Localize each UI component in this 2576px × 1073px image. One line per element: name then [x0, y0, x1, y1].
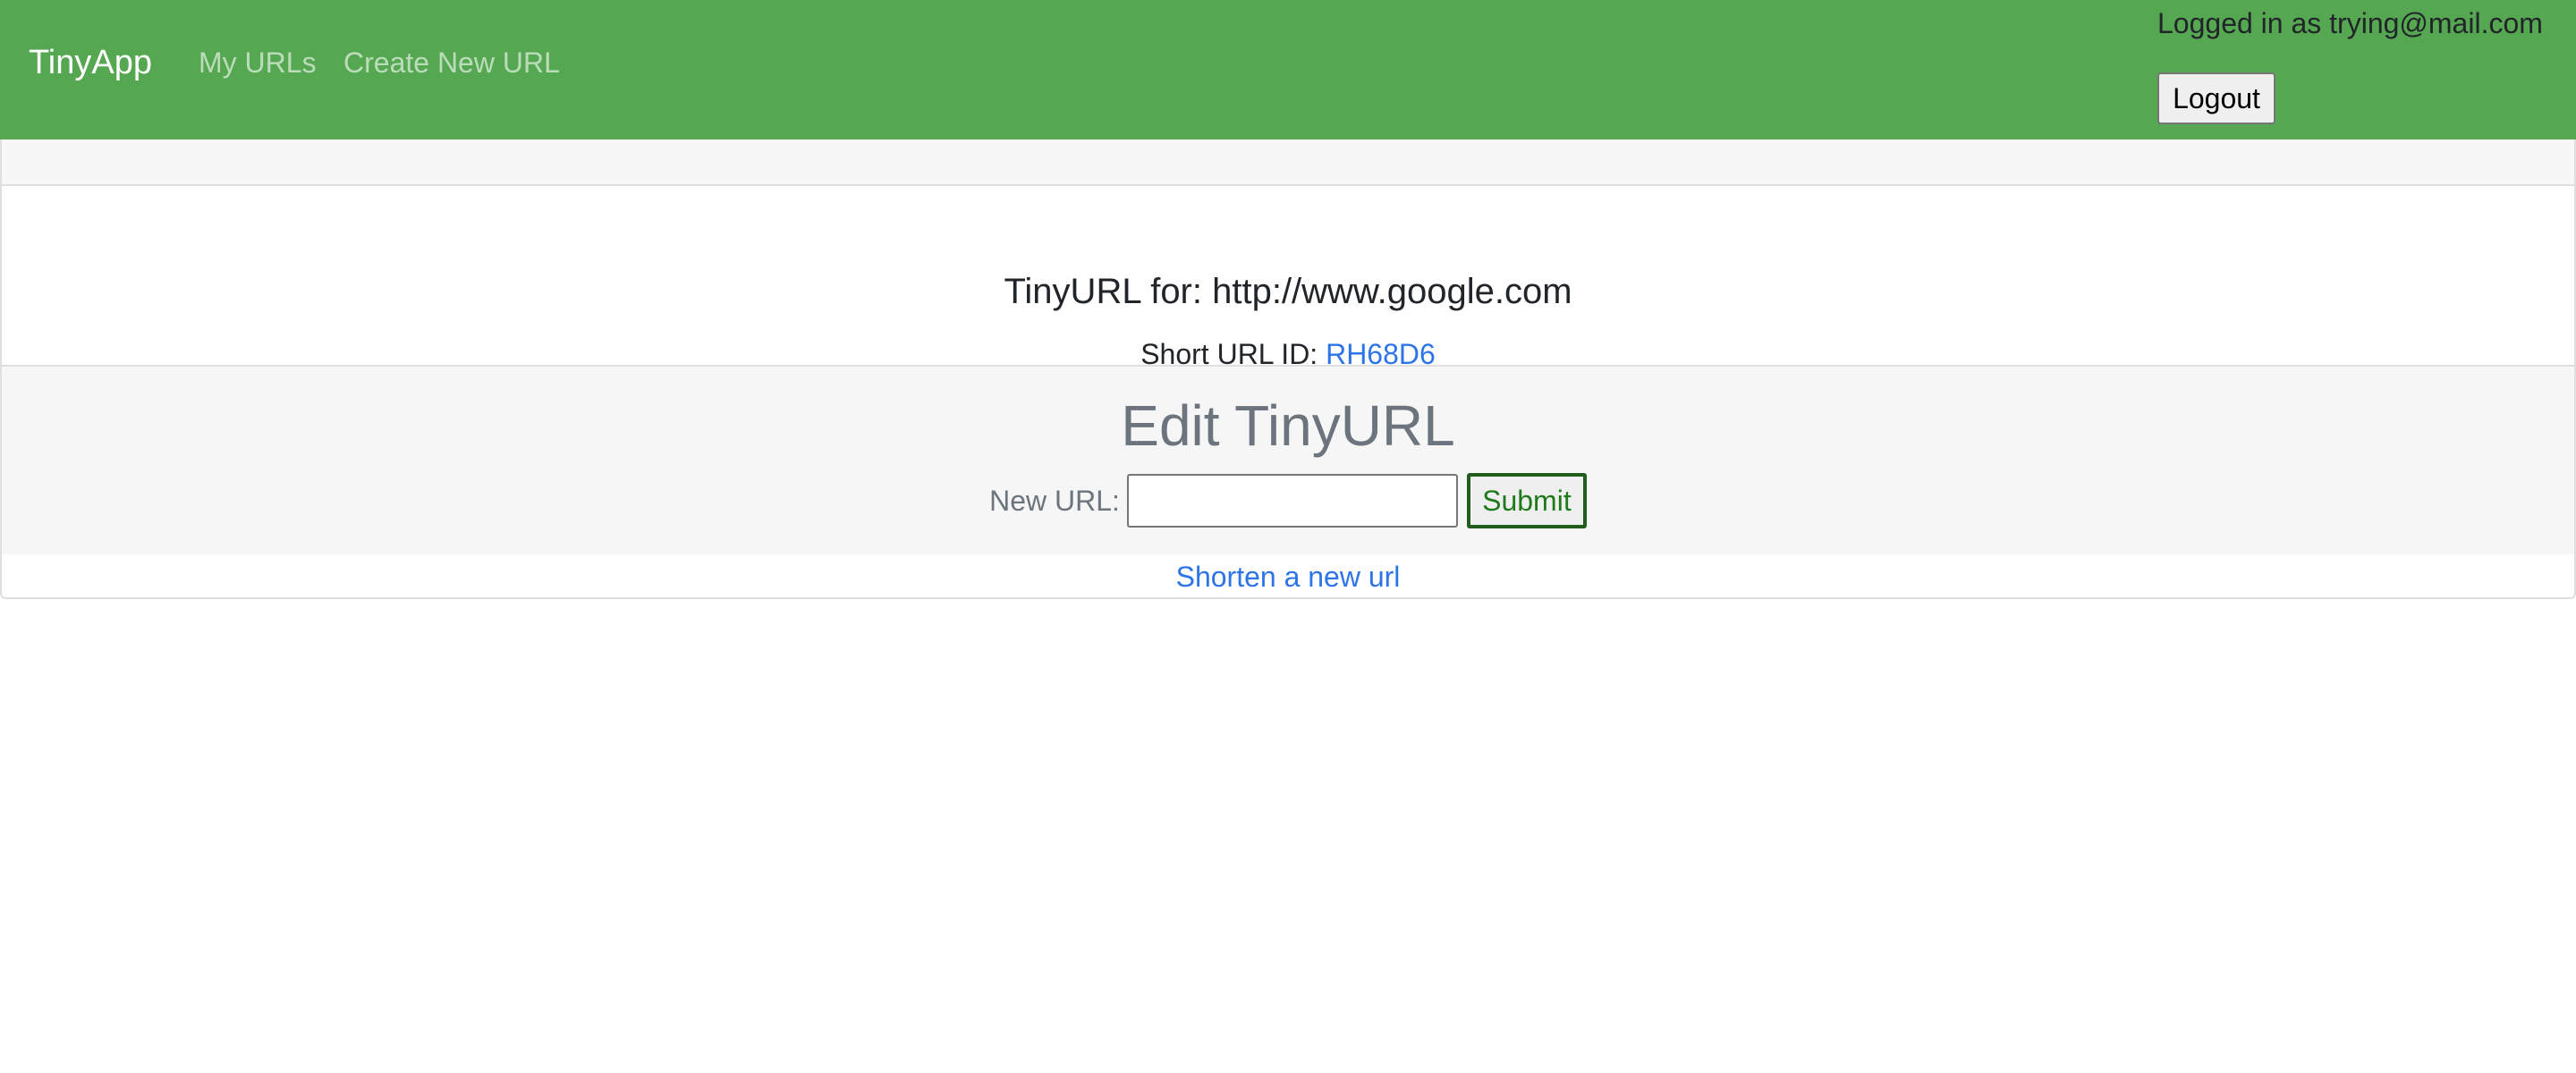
card-body: TinyURL for: http://www.google.com Short… — [2, 186, 2574, 370]
logged-in-user-text: Logged in as trying@mail.com — [2157, 7, 2543, 39]
new-url-label: New URL: — [989, 485, 1120, 517]
nav-my-urls-link[interactable]: My URLs — [199, 41, 317, 84]
new-url-input[interactable] — [1126, 474, 1458, 528]
top-navbar: TinyApp My URLs Create New URL Logged in… — [0, 0, 2576, 139]
edit-section: Edit TinyURL New URL: Submit — [2, 365, 2574, 554]
edit-url-form: New URL: Submit — [2, 472, 2574, 529]
card-header — [2, 139, 2574, 186]
logout-button[interactable]: Logout — [2157, 72, 2275, 124]
edit-heading: Edit TinyURL — [1121, 393, 1455, 458]
url-card: TinyURL for: http://www.google.com Short… — [0, 139, 2576, 599]
shorten-new-url-link[interactable]: Shorten a new url — [1176, 561, 1401, 593]
brand-link[interactable]: TinyApp — [29, 39, 152, 86]
nav-create-new-url-link[interactable]: Create New URL — [343, 41, 560, 84]
tinyurl-title: TinyURL for: http://www.google.com — [1004, 272, 1572, 311]
submit-button[interactable]: Submit — [1466, 473, 1587, 528]
card-footer: Shorten a new url — [2, 556, 2574, 597]
